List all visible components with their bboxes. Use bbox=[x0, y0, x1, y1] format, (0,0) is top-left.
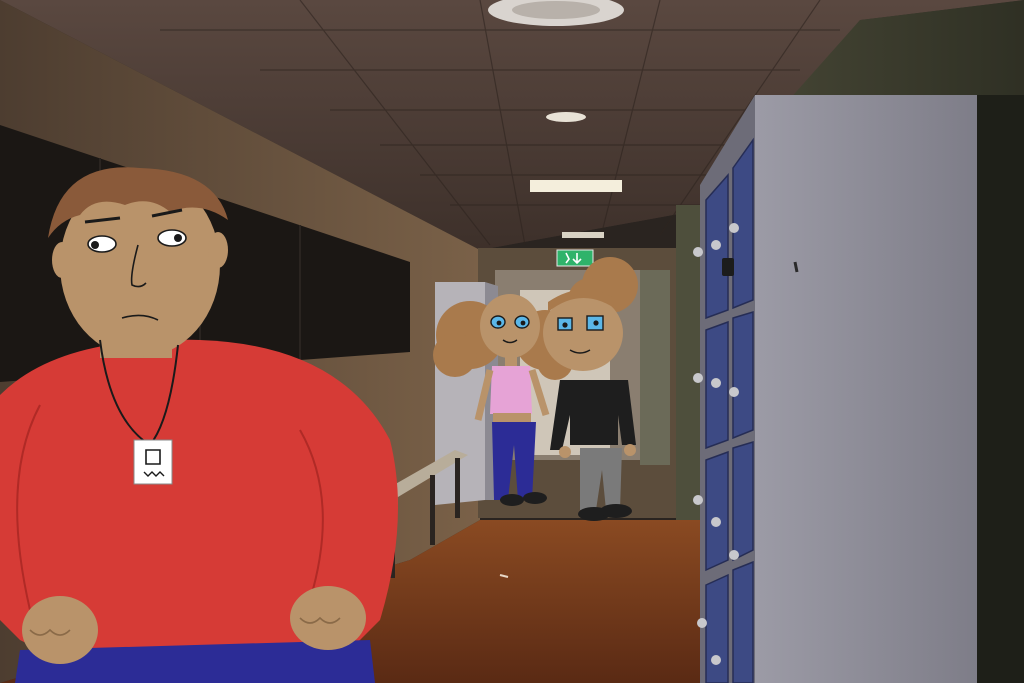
id-badge bbox=[133, 439, 173, 485]
ceiling-light-round bbox=[546, 112, 586, 122]
hallway-scene bbox=[0, 0, 1024, 683]
exit-sign bbox=[556, 249, 594, 267]
padlock bbox=[722, 258, 734, 276]
locker-bank bbox=[693, 95, 1024, 683]
ceiling-light-panel bbox=[530, 180, 622, 192]
